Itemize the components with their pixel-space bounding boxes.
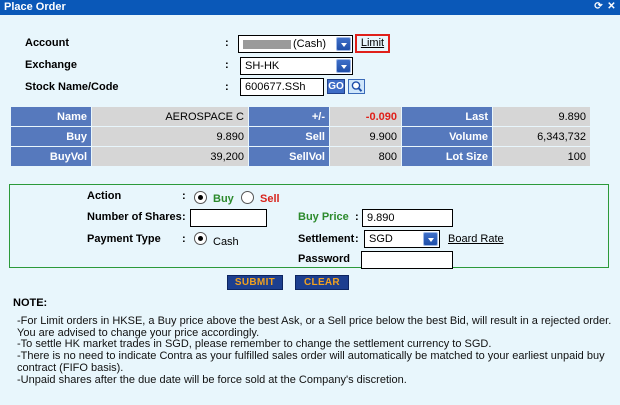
go-button[interactable]: GO [327,79,345,94]
colon: : [182,211,186,223]
password-label: Password [298,253,350,265]
quote-value: 6,343,732 [493,127,590,146]
masked-account-number [243,39,291,49]
colon: : [182,233,186,245]
quote-value: 9.900 [330,127,401,146]
window-controls: ⟳ ✕ [593,1,617,13]
cash-label: Cash [213,236,239,248]
table-row: Name AEROSPACE C +/- -0.090 Last 9.890 [11,107,590,126]
table-row: Buy 9.890 Sell 9.900 Volume 6,343,732 [11,127,590,146]
quote-value: 39,200 [92,147,248,166]
note-line: -For Limit orders in HKSE, a Buy price a… [17,315,612,339]
stock-label: Stock Name/Code [25,81,119,93]
shares-input[interactable] [190,209,267,227]
settlement-value: SGD [369,233,393,245]
quote-value: AEROSPACE C [92,107,248,126]
colon: : [182,190,186,202]
chevron-down-icon[interactable] [336,59,351,73]
stock-code-input[interactable]: 600677.SSh [240,78,324,96]
quote-header: Lot Size [402,147,492,166]
quote-value-change: -0.090 [330,107,401,126]
window-titlebar: Place Order ⟳ ✕ [0,0,620,15]
exchange-value: SH-HK [245,60,280,72]
quote-value: 800 [330,147,401,166]
settlement-select[interactable]: SGD [364,230,440,248]
sell-label: Sell [260,193,280,205]
cash-radio[interactable] [194,232,207,245]
colon: : [225,59,229,71]
clear-button[interactable]: CLEAR [295,275,349,290]
note-text: -For Limit orders in HKSE, a Buy price a… [17,315,612,386]
buy-price-label: Buy Price [298,211,349,223]
exchange-select[interactable]: SH-HK [240,57,353,75]
quote-value: 9.890 [92,127,248,146]
account-value: (Cash) [293,38,327,50]
submit-button[interactable]: SUBMIT [227,275,283,290]
colon: : [355,211,359,223]
quote-header: BuyVol [11,147,91,166]
payment-type-label: Payment Type [87,233,161,245]
quote-header: Buy [11,127,91,146]
password-input[interactable] [361,251,453,269]
account-label: Account [25,37,69,49]
settlement-label: Settlement [298,233,355,245]
note-line: -Unpaid shares after the due date will b… [17,373,407,386]
exchange-label: Exchange [25,59,77,71]
chevron-down-icon[interactable] [423,232,438,246]
search-icon[interactable] [348,79,365,94]
buy-radio[interactable] [194,191,207,204]
window-title: Place Order [4,1,66,13]
limit-link[interactable]: Limit [355,34,390,53]
shares-label: Number of Shares [87,211,182,223]
close-icon[interactable]: ✕ [606,1,617,13]
sell-radio[interactable] [241,191,254,204]
board-rate-link[interactable]: Board Rate [448,233,504,245]
note-line: -There is no need to indicate Contra as … [17,350,605,374]
quote-header: SellVol [249,147,329,166]
quote-header: Volume [402,127,492,146]
chevron-down-icon[interactable] [336,37,351,51]
buy-label: Buy [213,193,234,205]
refresh-icon[interactable]: ⟳ [593,1,604,13]
action-label: Action [87,190,122,202]
table-row: BuyVol 39,200 SellVol 800 Lot Size 100 [11,147,590,166]
colon: : [225,81,229,93]
quote-header: Name [11,107,91,126]
quote-value: 100 [493,147,590,166]
quote-value: 9.890 [493,107,590,126]
quote-table: Name AEROSPACE C +/- -0.090 Last 9.890 B… [10,106,591,167]
quote-header: Sell [249,127,329,146]
quote-header: Last [402,107,492,126]
quote-header: +/- [249,107,329,126]
colon: : [355,233,359,245]
account-select[interactable]: (Cash) [238,35,353,53]
note-title: NOTE: [13,297,48,309]
buy-price-input[interactable]: 9.890 [362,209,453,227]
colon: : [225,37,229,49]
